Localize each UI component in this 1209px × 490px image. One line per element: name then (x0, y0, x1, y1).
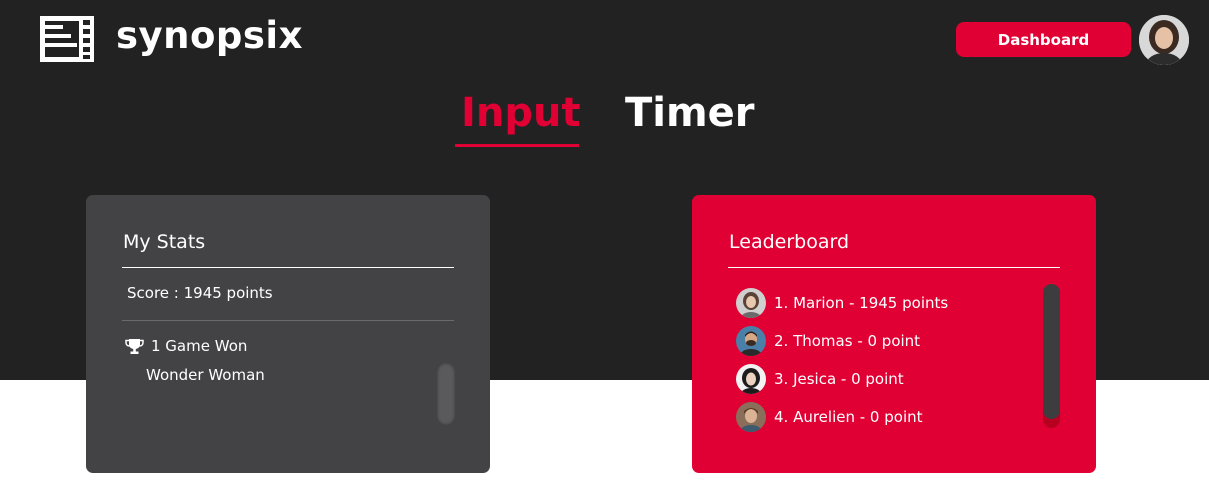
stats-scrollbar[interactable] (437, 363, 455, 425)
games-won-row: 1 Game Won (125, 337, 247, 355)
tab-input[interactable]: Input (461, 86, 581, 140)
list-item: 4. Aurelien - 0 point (736, 398, 1036, 436)
list-item: 1. Marion - 1945 points (736, 284, 1036, 322)
divider (122, 267, 454, 268)
brand-logo[interactable]: synopsix (40, 14, 303, 62)
leaderboard-list: 1. Marion - 1945 points 2. Thomas - 0 po… (736, 284, 1036, 436)
avatar (736, 402, 766, 432)
scrollbar-thumb[interactable] (1043, 284, 1060, 419)
active-tab-indicator (455, 144, 579, 147)
leaderboard-entry: 3. Jesica - 0 point (774, 370, 904, 388)
my-stats-title: My Stats (123, 231, 206, 253)
dashboard-button[interactable]: Dashboard (956, 22, 1131, 57)
tab-timer[interactable]: Timer (625, 86, 755, 140)
list-item: 2. Thomas - 0 point (736, 322, 1036, 360)
leaderboard-entry: 2. Thomas - 0 point (774, 332, 921, 350)
divider (122, 320, 454, 321)
my-stats-card: My Stats Score : 1945 points 1 Game Won … (86, 195, 490, 473)
leaderboard-scrollbar[interactable] (1043, 284, 1060, 428)
trophy-icon (125, 338, 144, 354)
games-won-text: 1 Game Won (151, 337, 248, 355)
user-avatar-icon (1139, 15, 1189, 65)
leaderboard-card: Leaderboard 1. Marion - 1945 points 2. T… (692, 195, 1096, 473)
score-text: Score : 1945 points (127, 284, 273, 302)
avatar (736, 326, 766, 356)
leaderboard-title: Leaderboard (729, 231, 850, 253)
brand-name: synopsix (116, 14, 303, 57)
avatar (736, 364, 766, 394)
avatar (736, 288, 766, 318)
divider (728, 267, 1060, 268)
film-strip-logo-icon (40, 16, 94, 62)
user-avatar[interactable] (1139, 15, 1189, 65)
leaderboard-entry: 4. Aurelien - 0 point (774, 408, 923, 426)
leaderboard-entry: 1. Marion - 1945 points (774, 294, 949, 312)
won-movie-text: Wonder Woman (146, 366, 265, 384)
list-item: 3. Jesica - 0 point (736, 360, 1036, 398)
